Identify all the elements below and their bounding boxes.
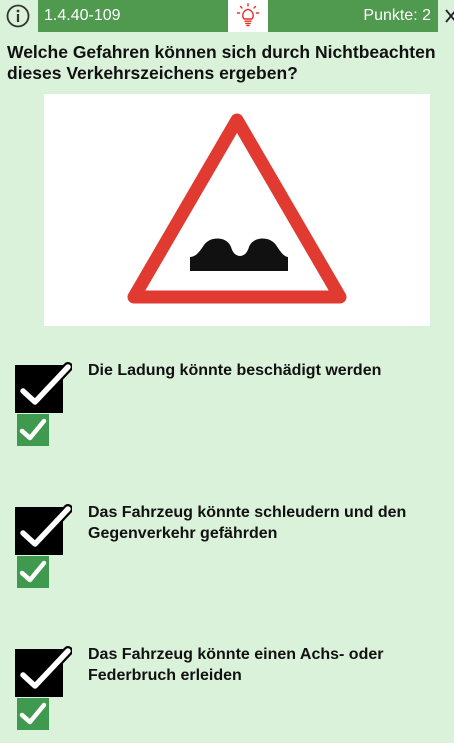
answer-option-2[interactable]: Das Fahrzeug könnte schleudern und den G… <box>0 502 454 592</box>
answer-2-correct-check-icon <box>17 556 49 588</box>
sign-image-panel <box>44 94 430 326</box>
answer-1-text: Die Ladung könnte beschädigt werden <box>88 362 382 379</box>
answer-3-text: Das Fahrzeug könnte einen Achs- oder Fed… <box>88 646 384 684</box>
answer-3-correct-check-icon <box>17 698 49 730</box>
question-id: 1.4.40-109 <box>38 0 228 32</box>
close-icon[interactable] <box>444 6 454 26</box>
answer-option-1[interactable]: Die Ladung könnte beschädigt werden <box>0 360 454 450</box>
answer-1-correct-check-icon <box>17 414 49 446</box>
uneven-road-warning-sign <box>127 113 347 304</box>
info-icon[interactable] <box>6 4 30 28</box>
hint-button[interactable] <box>228 0 268 32</box>
question-text: Welche Gefahren können sich durch Nichtb… <box>7 42 436 83</box>
top-bar: 1.4.40-109 Punkte: 2 <box>0 0 454 32</box>
answer-2-text: Das Fahrzeug könnte schleudern und den G… <box>88 504 407 542</box>
lightbulb-icon <box>236 3 260 27</box>
answer-3-checkbox[interactable] <box>14 644 72 699</box>
answer-1-checkbox[interactable] <box>14 360 72 415</box>
answer-2-checkbox[interactable] <box>14 502 72 557</box>
points-display: Punkte: 2 <box>268 0 438 32</box>
answer-option-3[interactable]: Das Fahrzeug könnte einen Achs- oder Fed… <box>0 644 454 734</box>
